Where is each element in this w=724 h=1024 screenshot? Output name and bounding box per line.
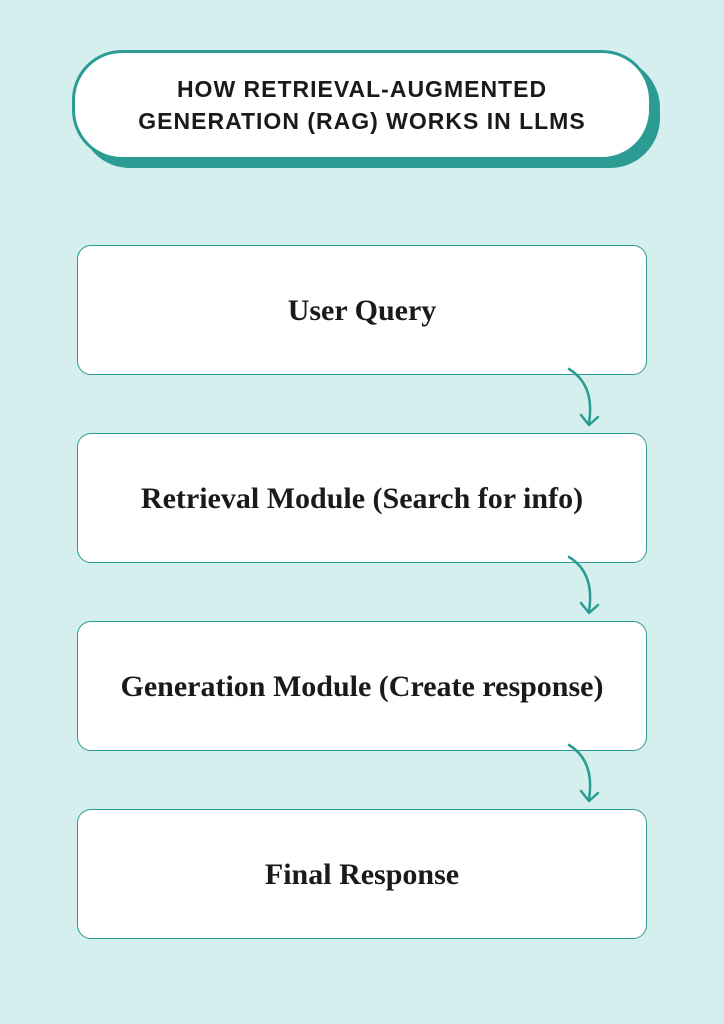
step-box-generation: Generation Module (Create response) [77,621,647,751]
step-label: Final Response [265,855,459,894]
step-box-retrieval: Retrieval Module (Search for info) [77,433,647,563]
title-box: HOW RETRIEVAL-AUGMENTED GENERATION (RAG)… [72,50,652,160]
steps-container: User Query Retrieval Module (Search for … [77,245,647,939]
step-label: Generation Module (Create response) [121,667,604,706]
arrow-down-icon [557,555,607,625]
step-spacer [77,563,647,621]
step-label: Retrieval Module (Search for info) [141,479,583,518]
arrow-down-icon [557,367,607,437]
step-box-final-response: Final Response [77,809,647,939]
step-box-user-query: User Query [77,245,647,375]
title-container: HOW RETRIEVAL-AUGMENTED GENERATION (RAG)… [72,50,652,160]
step-spacer [77,751,647,809]
arrow-down-icon [557,743,607,813]
page-title: HOW RETRIEVAL-AUGMENTED GENERATION (RAG)… [115,73,609,137]
step-spacer [77,375,647,433]
step-label: User Query [288,291,437,330]
